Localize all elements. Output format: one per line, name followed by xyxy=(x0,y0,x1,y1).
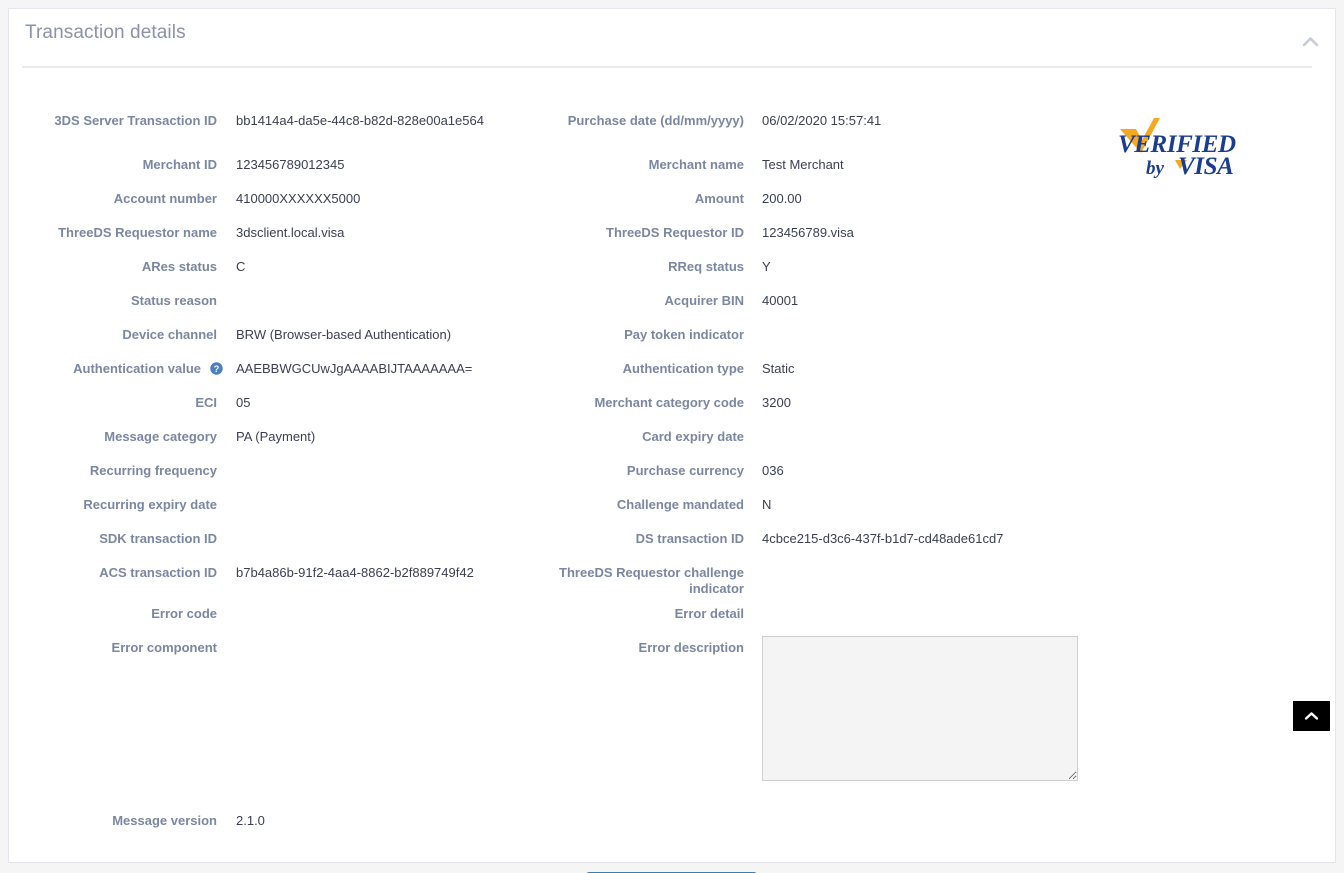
field-value: 036 xyxy=(762,463,784,478)
field-value: 3200 xyxy=(762,395,791,410)
transaction-details-panel: Transaction details 3DS Server Transacti… xyxy=(8,8,1336,873)
field-value: AAEBBWGCUwJgAAAABIJTAAAAAAA= xyxy=(236,361,473,376)
field-value: Static xyxy=(762,361,795,376)
field-label: ECI xyxy=(195,395,217,410)
field-value: 3dsclient.local.visa xyxy=(236,225,345,240)
verified-by-visa-logo: VERIFIED by VISA xyxy=(1114,116,1246,180)
field-label: Purchase currency xyxy=(626,463,744,478)
error-description-textarea[interactable] xyxy=(762,636,1078,781)
field-label: Acquirer BIN xyxy=(664,293,744,308)
field-label: Error component xyxy=(111,640,217,655)
field-label: Pay token indicator xyxy=(624,327,744,342)
field-label: Account number xyxy=(113,191,217,206)
field-label: Merchant ID xyxy=(142,157,217,172)
field-label: Amount xyxy=(694,191,744,206)
field-value: 123456789.visa xyxy=(762,225,854,240)
page-root: Transaction details 3DS Server Transacti… xyxy=(0,0,1344,873)
field-label: Merchant category code xyxy=(594,395,744,410)
field-value: BRW (Browser-based Authentication) xyxy=(236,327,452,342)
field-label: Recurring expiry date xyxy=(83,497,217,512)
field-value: 05 xyxy=(236,395,251,410)
svg-text:?: ? xyxy=(214,363,220,374)
svg-text:VISA: VISA xyxy=(1178,153,1233,178)
field-label: Purchase date (dd/mm/yyyy) xyxy=(567,113,744,128)
field-label: Status reason xyxy=(131,293,217,308)
field-label: ThreeDS Requestor challenge indicator xyxy=(559,565,744,596)
field-label: Challenge mandated xyxy=(616,497,744,512)
field-label: ThreeDS Requestor ID xyxy=(606,225,744,240)
chevron-up-icon xyxy=(1304,711,1319,721)
svg-text:VERIFIED: VERIFIED xyxy=(1118,131,1236,158)
field-value: C xyxy=(236,259,246,274)
field-label: Merchant name xyxy=(648,157,744,172)
field-label: ARes status xyxy=(141,259,217,274)
field-label: Error description xyxy=(638,640,744,655)
field-value: Test Merchant xyxy=(762,157,844,172)
help-icon[interactable]: ? xyxy=(210,362,223,375)
field-value: N xyxy=(762,497,772,512)
field-label: 3DS Server Transaction ID xyxy=(54,113,217,128)
field-label: Card expiry date xyxy=(642,429,744,444)
panel-body: 3DS Server Transaction ID bb1414a4-da5e-… xyxy=(9,68,1335,873)
field-label: Message category xyxy=(104,429,217,444)
field-label: Recurring frequency xyxy=(89,463,217,478)
field-label: Authentication type xyxy=(622,361,744,376)
field-value: PA (Payment) xyxy=(236,429,316,444)
field-value: b7b4a86b-91f2-4aa4-8862-b2f889749f42 xyxy=(236,565,474,580)
field-value: Y xyxy=(762,259,771,274)
chevron-up-icon xyxy=(1302,36,1319,47)
field-value: 200.00 xyxy=(762,191,802,206)
field-label: RReq status xyxy=(668,259,744,274)
field-label: Error detail xyxy=(674,606,744,621)
field-value: 4cbce215-d3c6-437f-b1d7-cd48ade61cd7 xyxy=(762,531,1004,546)
field-value: 123456789012345 xyxy=(236,157,345,172)
field-value: 40001 xyxy=(762,293,799,308)
page-title: Transaction details xyxy=(25,22,186,43)
field-value: 06/02/2020 15:57:41 xyxy=(762,113,882,128)
field-label: Message version xyxy=(112,813,217,828)
field-label: SDK transaction ID xyxy=(99,531,217,546)
field-value: 410000XXXXXX5000 xyxy=(236,191,361,206)
field-label: Authentication value xyxy=(73,361,201,376)
field-label: Error code xyxy=(151,606,217,621)
field-label: ThreeDS Requestor name xyxy=(58,225,217,240)
scroll-to-top-button[interactable] xyxy=(1293,701,1330,731)
collapse-panel-button[interactable] xyxy=(1297,31,1323,51)
field-value: 2.1.0 xyxy=(236,813,265,828)
svg-text:by: by xyxy=(1146,158,1165,178)
panel-header: Transaction details xyxy=(9,9,1335,59)
field-value: bb1414a4-da5e-44c8-b82d-828e00a1e564 xyxy=(236,113,484,128)
panel-footer: Message version 2.1.0 Requests / Respons… xyxy=(9,813,1337,873)
field-label: ACS transaction ID xyxy=(99,565,217,580)
field-label: DS transaction ID xyxy=(635,531,744,546)
field-label: Device channel xyxy=(122,327,217,342)
